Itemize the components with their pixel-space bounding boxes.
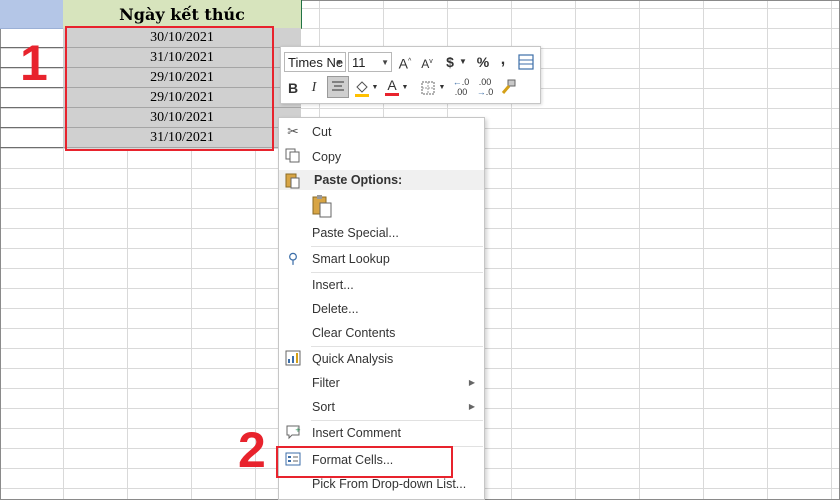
- chevron-down-icon[interactable]: ▼: [401, 78, 409, 98]
- menu-item-label: Insert...: [312, 278, 354, 292]
- paste-clipboard-icon: [312, 195, 332, 218]
- column-a-cell[interactable]: [0, 128, 64, 148]
- table-format-icon: [518, 54, 534, 70]
- menu-item-label: Clear Contents: [312, 326, 396, 340]
- menu-item-clear-contents[interactable]: Clear Contents: [279, 321, 484, 345]
- copy-icon: [284, 148, 302, 166]
- menu-item-label: Paste Special...: [312, 226, 399, 240]
- submenu-arrow-icon: ▶: [468, 378, 475, 387]
- format-painter-button[interactable]: [499, 78, 517, 101]
- grow-font-icon: A: [398, 55, 409, 72]
- column-a-cell[interactable]: [0, 108, 64, 128]
- decrease-decimal-button[interactable]: .00 →.0: [475, 77, 495, 97]
- menu-item-smart-lookup[interactable]: ⚲ Smart Lookup: [279, 247, 484, 271]
- chevron-down-icon: ▼: [381, 58, 389, 67]
- fill-color-button[interactable]: [353, 78, 371, 103]
- percent-button[interactable]: %: [474, 52, 492, 72]
- menu-item-sort[interactable]: Sort ▶: [279, 395, 484, 419]
- menu-item-label: Sort: [312, 400, 335, 414]
- menu-item-label: Smart Lookup: [312, 252, 390, 266]
- borders-button[interactable]: [419, 78, 437, 100]
- font-size-box[interactable]: 11 ▼: [348, 52, 392, 72]
- column-a-cell[interactable]: [0, 88, 64, 108]
- menu-item-label: Cut: [312, 125, 332, 139]
- menu-item-filter[interactable]: Filter ▶: [279, 371, 484, 395]
- align-center-button[interactable]: [327, 76, 349, 98]
- menu-item-copy[interactable]: Copy: [279, 145, 484, 169]
- bold-button[interactable]: B: [285, 78, 301, 98]
- font-size-value: 11: [352, 55, 366, 70]
- currency-button[interactable]: $: [441, 52, 459, 72]
- font-color-swatch: [385, 93, 399, 96]
- chevron-down-icon: ▼: [335, 58, 343, 67]
- column-a-header-cell[interactable]: [0, 0, 64, 29]
- comma-style-button[interactable]: ,: [496, 50, 510, 70]
- menu-item-delete[interactable]: Delete...: [279, 297, 484, 321]
- font-color-button[interactable]: A: [383, 77, 401, 96]
- chevron-down-icon[interactable]: ▼: [458, 52, 468, 72]
- comment-icon: +: [284, 424, 302, 442]
- quick-analysis-icon: [284, 350, 302, 368]
- menu-item-label: Delete...: [312, 302, 359, 316]
- paste-option-button[interactable]: [311, 194, 335, 220]
- font-name-box[interactable]: Times Ne ▼: [284, 52, 346, 72]
- format-painter-box-button[interactable]: [517, 54, 535, 70]
- font-color-icon: A: [387, 77, 397, 93]
- svg-text:+: +: [295, 426, 301, 434]
- step-2-callout: 2: [238, 422, 266, 478]
- menu-item-insert[interactable]: Insert...: [279, 273, 484, 297]
- menu-item-label: Paste Options:: [314, 173, 403, 187]
- search-icon: ⚲: [287, 251, 299, 267]
- menu-item-cut[interactable]: ✂ Cut: [279, 120, 484, 144]
- menu-item-label: Filter: [312, 376, 340, 390]
- fill-bucket-icon: [355, 81, 369, 97]
- clipboard-icon: [284, 171, 300, 193]
- increase-decimal-button[interactable]: ←.0.00: [451, 77, 471, 97]
- submenu-arrow-icon: ▶: [468, 402, 475, 411]
- chevron-down-icon[interactable]: ▼: [371, 78, 379, 98]
- scissors-icon: ✂: [287, 124, 299, 140]
- menu-item-paste-special[interactable]: Paste Special...: [279, 221, 484, 245]
- header-cell-end-date[interactable]: Ngày kết thúc: [63, 0, 302, 29]
- shrink-font-button[interactable]: Av: [419, 52, 435, 74]
- selection-highlight-box: [65, 26, 274, 151]
- mini-toolbar: Times Ne ▼ 11 ▼ A^ Av $ ▼ % , B I ▼ A ▼ …: [280, 46, 541, 104]
- context-menu: ✂ Cut Copy Paste Options: Paste Special.…: [278, 117, 485, 500]
- paste-options-header: Paste Options:: [279, 170, 484, 190]
- menu-item-label: Quick Analysis: [312, 352, 394, 366]
- borders-icon: [421, 81, 435, 95]
- menu-item-label: Copy: [312, 150, 342, 164]
- format-cells-highlight-box: [276, 446, 453, 478]
- align-center-icon: [332, 81, 344, 91]
- menu-item-label: Insert Comment: [312, 426, 401, 440]
- format-painter-icon: [501, 79, 516, 94]
- italic-button[interactable]: I: [306, 78, 322, 98]
- menu-item-quick-analysis[interactable]: Quick Analysis: [279, 347, 484, 371]
- step-1-callout: 1: [20, 35, 48, 91]
- menu-item-insert-comment[interactable]: + Insert Comment: [279, 421, 484, 445]
- chevron-down-icon[interactable]: ▼: [438, 78, 446, 98]
- grow-font-button[interactable]: A^: [397, 52, 413, 74]
